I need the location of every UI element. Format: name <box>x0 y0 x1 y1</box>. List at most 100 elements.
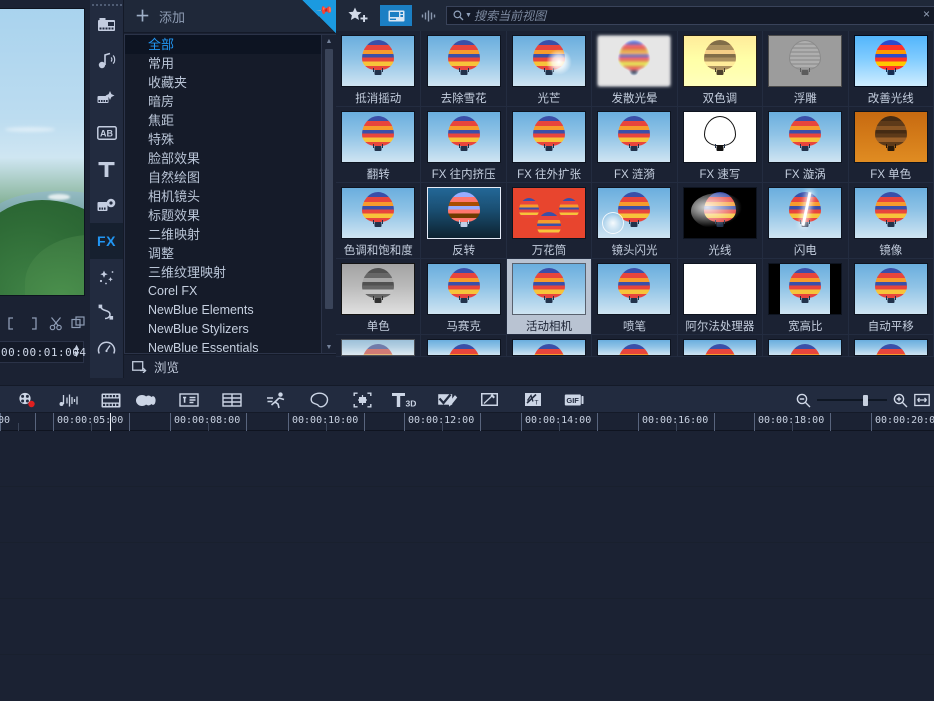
category-item-adjust[interactable]: 调整 <box>125 244 321 263</box>
timeline-track[interactable] <box>0 431 934 487</box>
effect-cell[interactable]: 万花筒 <box>507 183 592 259</box>
effect-cell[interactable] <box>336 335 421 357</box>
timeline-track[interactable] <box>0 599 934 655</box>
category-item-natural-paint[interactable]: 自然绘图 <box>125 168 321 187</box>
timeline-zoom-slider[interactable] <box>817 394 887 406</box>
category-item-corel-fx[interactable]: Corel FX <box>125 282 321 301</box>
timeline-track[interactable] <box>0 655 934 701</box>
effect-cell[interactable]: FX 涟漪 <box>592 107 677 183</box>
sidebar-item-speed[interactable] <box>90 331 123 367</box>
sidebar-item-fx[interactable]: FX <box>90 223 123 259</box>
category-item-title-effects[interactable]: 标题效果 <box>125 206 321 225</box>
effect-cell[interactable]: 色调和饱和度 <box>336 183 421 259</box>
effect-cell[interactable]: 反转 <box>421 183 506 259</box>
mark-in-icon[interactable] <box>0 317 23 330</box>
timecode-field[interactable]: 00:00:01:004 ▲▼ <box>0 341 84 363</box>
timecode-stepper[interactable]: ▲▼ <box>72 344 81 358</box>
sidebar-item-media[interactable] <box>90 7 123 43</box>
sidebar-item-transition[interactable] <box>90 79 123 115</box>
effect-cell[interactable]: 镜头闪光 <box>592 183 677 259</box>
sidebar-item-path[interactable] <box>90 295 123 331</box>
category-list[interactable]: 全部 常用 收藏夹 暗房 焦距 特殊 脸部效果 自然绘图 相机镜头 标题效果 二… <box>124 34 322 354</box>
sidebar-item-filter[interactable] <box>90 259 123 295</box>
category-item-focal[interactable]: 焦距 <box>125 111 321 130</box>
record-capture-icon[interactable] <box>13 386 41 414</box>
slider-knob[interactable] <box>863 395 868 406</box>
storyboard-view-icon[interactable] <box>97 386 125 414</box>
pin-panel-button[interactable]: 📌 <box>302 0 336 33</box>
drag-handle-dots[interactable] <box>90 0 123 7</box>
effect-cell[interactable]: FX 单色 <box>849 107 934 183</box>
gif-creator-icon[interactable]: GIF <box>561 386 589 414</box>
search-dropdown-caret-icon[interactable]: ▼ <box>465 12 472 19</box>
effect-cell[interactable] <box>763 335 848 357</box>
category-item-favorites[interactable]: 收藏夹 <box>125 73 321 92</box>
effect-cell[interactable]: FX 漩涡 <box>763 107 848 183</box>
audio-mixer-icon[interactable] <box>55 386 83 414</box>
effect-cell[interactable]: FX 往内挤压 <box>421 107 506 183</box>
category-item-face[interactable]: 脸部效果 <box>125 149 321 168</box>
title-3d-icon[interactable]: 3D <box>390 386 418 414</box>
search-input[interactable]: ▼ 搜索当前视图 <box>446 6 934 25</box>
mask-creator-icon[interactable] <box>305 386 333 414</box>
category-item-newblue-elements[interactable]: NewBlue Elements <box>125 301 321 320</box>
sound-mixer-icon[interactable]: T <box>519 386 547 414</box>
effect-cell[interactable]: 阿尔法处理器 <box>678 259 763 335</box>
sidebar-item-audio[interactable] <box>90 43 123 79</box>
category-item-camera-lens[interactable]: 相机镜头 <box>125 187 321 206</box>
scroll-down-arrow-icon[interactable]: ▼ <box>322 341 336 353</box>
effect-cell-selected[interactable]: 活动相机 <box>507 259 592 335</box>
motion-tracking-icon[interactable] <box>262 386 290 414</box>
sidebar-item-title[interactable] <box>90 151 123 187</box>
effect-cell[interactable]: 镜像 <box>849 183 934 259</box>
track-manager-icon[interactable] <box>218 386 246 414</box>
browse-button[interactable]: 浏览 <box>124 354 336 378</box>
add-label[interactable]: 添加 <box>159 7 185 26</box>
effect-cell[interactable]: 宽高比 <box>763 259 848 335</box>
category-item-darkroom[interactable]: 暗房 <box>125 92 321 111</box>
capture-snapshot-icon[interactable] <box>68 316 91 331</box>
effect-cell[interactable] <box>849 335 934 357</box>
scrollbar-thumb[interactable] <box>325 49 333 309</box>
add-effect-button[interactable] <box>348 0 368 31</box>
zoom-in-icon[interactable] <box>893 393 908 408</box>
effect-cell[interactable] <box>678 335 763 357</box>
multitrim-icon[interactable] <box>132 386 160 414</box>
stabilizer-icon[interactable] <box>348 386 376 414</box>
timeline-tracks[interactable] <box>0 431 934 701</box>
effect-cell[interactable]: 光线 <box>678 183 763 259</box>
subtitle-editor-icon[interactable] <box>175 386 203 414</box>
effect-cell[interactable]: 发散光晕 <box>592 31 677 107</box>
category-scrollbar[interactable]: ▲ ▼ <box>322 34 336 354</box>
category-item-3d-texture[interactable]: 三维纹理映射 <box>125 263 321 282</box>
effect-cell[interactable]: 改善光线 <box>849 31 934 107</box>
effect-cell[interactable]: 去除雪花 <box>421 31 506 107</box>
effect-cell[interactable]: 翻转 <box>336 107 421 183</box>
sidebar-item-subtitle[interactable]: AB <box>90 115 123 151</box>
effect-cell[interactable]: 马赛克 <box>421 259 506 335</box>
timeline-ruler[interactable]: 00 00:00:05:00 00:00:08:00 00:00:10:00 0… <box>0 413 934 431</box>
category-item-special[interactable]: 特殊 <box>125 130 321 149</box>
thumbnail-view-toggle[interactable] <box>380 5 412 26</box>
scroll-up-arrow-icon[interactable]: ▲ <box>322 35 336 47</box>
screen-capture-icon[interactable] <box>476 386 504 414</box>
effect-cell[interactable]: 闪电 <box>763 183 848 259</box>
effect-cell[interactable]: FX 速写 <box>678 107 763 183</box>
category-item-2d-mapping[interactable]: 二维映射 <box>125 225 321 244</box>
zoom-out-icon[interactable] <box>796 393 811 408</box>
timeline-playhead[interactable] <box>110 413 111 431</box>
paint-designer-icon[interactable] <box>433 386 461 414</box>
mark-out-icon[interactable] <box>23 317 46 330</box>
category-item-common[interactable]: 常用 <box>125 54 321 73</box>
effect-cell[interactable]: 双色调 <box>678 31 763 107</box>
category-item-newblue-stylizers[interactable]: NewBlue Stylizers <box>125 320 321 339</box>
split-clip-icon[interactable] <box>45 316 68 331</box>
effects-grid[interactable]: 抵消摇动 去除雪花 光芒 发散光晕 双色调 浮雕 <box>336 31 934 378</box>
effect-cell[interactable]: FX 往外扩张 <box>507 107 592 183</box>
effect-cell[interactable] <box>507 335 592 357</box>
effect-cell[interactable] <box>421 335 506 357</box>
effect-cell[interactable]: 自动平移 <box>849 259 934 335</box>
effect-cell[interactable]: 喷笔 <box>592 259 677 335</box>
effect-cell[interactable]: 抵消摇动 <box>336 31 421 107</box>
effect-cell[interactable]: 光芒 <box>507 31 592 107</box>
